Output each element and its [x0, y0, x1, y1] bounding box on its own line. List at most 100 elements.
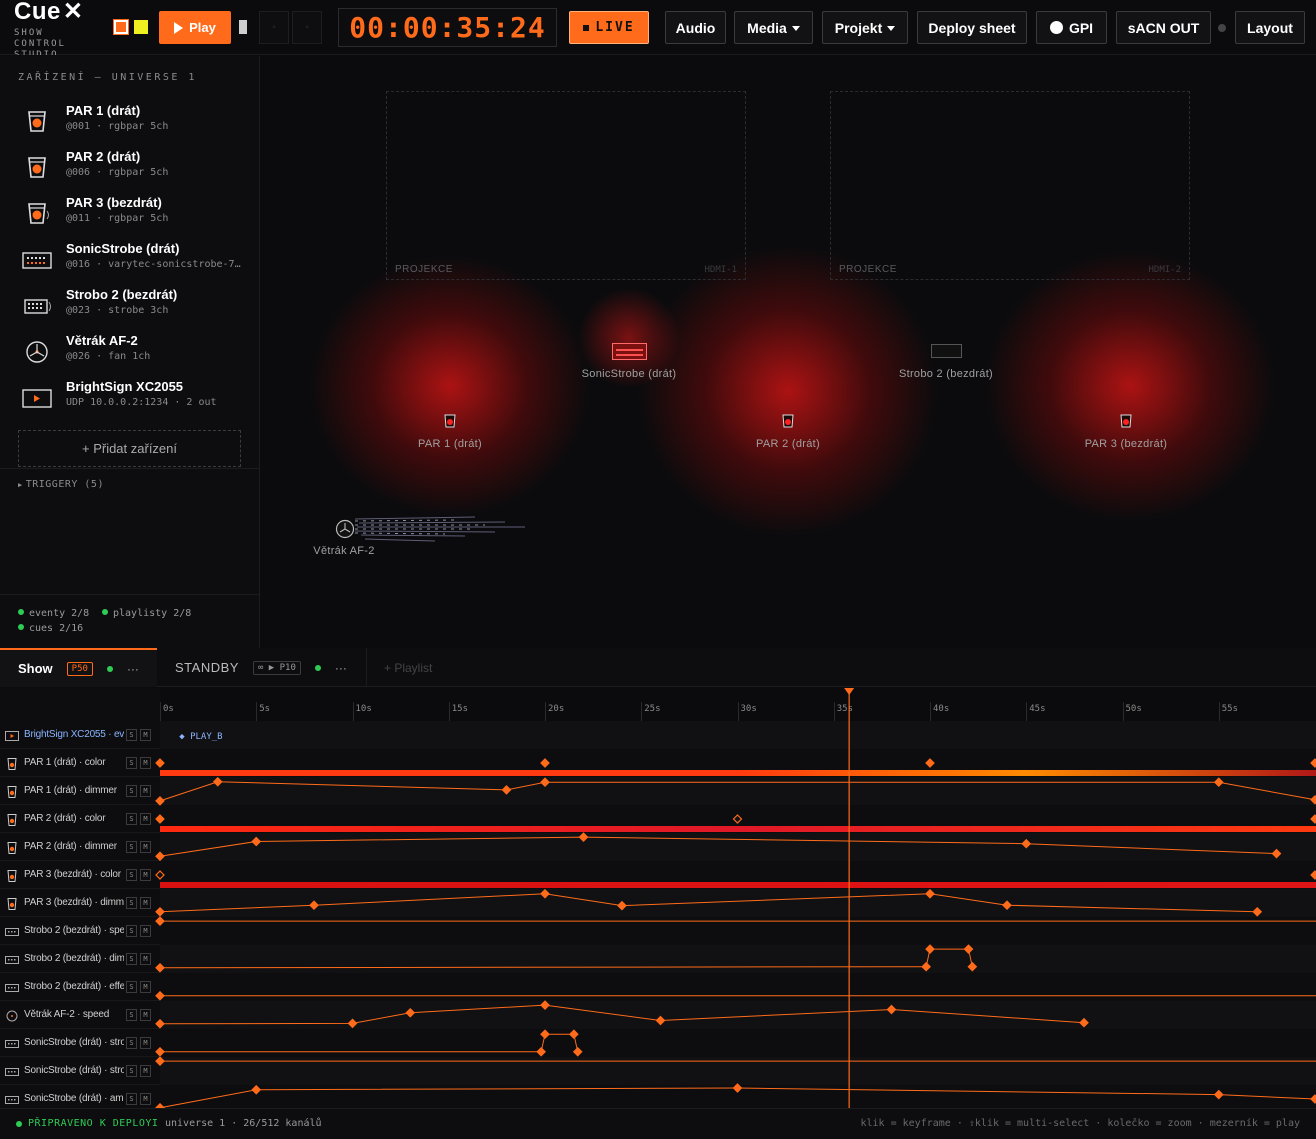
device-item-strobo2[interactable]: Strobo 2 (bezdrát) @023 · strobe 3ch [18, 287, 250, 327]
solo-button[interactable]: S [126, 1093, 137, 1105]
media-menu-button[interactable]: Media [734, 11, 813, 44]
tab-badge: P50 [66, 661, 93, 676]
solo-button[interactable]: S [126, 1065, 137, 1077]
projekt-menu-button[interactable]: Projekt [822, 11, 908, 44]
solo-button[interactable]: S [126, 785, 137, 797]
layout-button[interactable]: Layout [1235, 11, 1305, 44]
tab-show[interactable]: Show P50 ··· [0, 648, 157, 687]
mute-button[interactable]: M [140, 897, 151, 909]
ruler-label: 25s [644, 704, 661, 714]
play-button[interactable]: Play [159, 11, 231, 44]
par3-fixture-icon[interactable] [1119, 414, 1133, 428]
solo-button[interactable]: S [126, 841, 137, 853]
mute-button[interactable]: M [140, 729, 151, 741]
track-header: SonicStrobe (drát) · strobe-dimmer S M [0, 1029, 160, 1057]
mute-button[interactable]: M [140, 1065, 151, 1077]
solo-button[interactable]: S [126, 925, 137, 937]
mute-button[interactable]: M [140, 925, 151, 937]
track-header: SonicStrobe (drát) · strobe-rate S M [0, 1057, 160, 1085]
timeline-track[interactable]: Větrák AF-2 · speed S M [0, 1001, 1316, 1029]
mute-button[interactable]: M [140, 953, 151, 965]
time-ruler[interactable]: 0s 5s 10s 15s 20s 25s 30s 35s 40s 45s 50s 55s [0, 688, 1316, 721]
fan-airflow-streaks [355, 516, 525, 542]
chevron-right-icon: ▶ [18, 481, 23, 489]
next-cue-button[interactable]: ◦ [292, 11, 322, 44]
par1-fixture-icon[interactable] [443, 414, 457, 428]
solo-button[interactable]: S [126, 953, 137, 965]
fan-fixture-icon[interactable] [335, 519, 355, 539]
mute-button[interactable]: M [140, 981, 151, 993]
track-label: PAR 1 (drát) · dimmer [24, 785, 117, 796]
strobe-icon [5, 1037, 19, 1049]
solo-button[interactable]: S [126, 1009, 137, 1021]
deploy-sheet-button[interactable]: Deploy sheet [917, 11, 1027, 44]
live-button[interactable]: LIVE [569, 11, 649, 44]
solo-button[interactable]: S [126, 813, 137, 825]
more-icon[interactable]: ··· [127, 662, 139, 676]
mute-button[interactable]: M [140, 869, 151, 881]
strobe-wireless-icon [24, 299, 51, 314]
keyboard-hints: klik = keyframe · ⇧klik = multi-select ·… [860, 1118, 1301, 1129]
mute-button[interactable]: M [140, 841, 151, 853]
mute-button[interactable]: M [140, 757, 151, 769]
device-item-par3[interactable]: PAR 3 (bezdrát) @011 · rgbpar 5ch [18, 195, 250, 235]
audio-button[interactable]: Audio [665, 11, 726, 44]
more-icon[interactable]: ··· [335, 661, 347, 675]
mute-button[interactable]: M [140, 813, 151, 825]
track-header: PAR 3 (bezdrát) · color S M [0, 861, 160, 889]
status-dot-icon [106, 665, 113, 672]
solo-button[interactable]: S [126, 897, 137, 909]
prev-cue-button[interactable]: ◦ [259, 11, 289, 44]
par2-fixture-icon[interactable] [781, 414, 795, 428]
solo-button[interactable]: S [126, 1037, 137, 1049]
strobo2-fixture[interactable] [931, 344, 962, 358]
timeline-track[interactable]: PAR 1 (drát) · dimmer S M [0, 777, 1316, 805]
triggers-toggle[interactable]: ▶ TRIGGERY (5) [18, 479, 104, 490]
timeline-track[interactable]: PAR 3 (bezdrát) · color S M [0, 861, 1316, 889]
sonicstrobe-fixture[interactable] [612, 343, 647, 360]
mute-button[interactable]: M [140, 1093, 151, 1105]
solo-button[interactable]: S [126, 729, 137, 741]
stop-button[interactable] [239, 20, 247, 34]
color-swatch-yellow[interactable] [134, 20, 148, 34]
timeline-track[interactable]: PAR 3 (bezdrát) · dimmer S M [0, 889, 1316, 917]
ruler-tick [1218, 702, 1220, 721]
timeline-track[interactable]: SonicStrobe (drát) · strobe-dimmer S M [0, 1029, 1316, 1057]
timeline-track[interactable]: SonicStrobe (drát) · ambient-dimmer S M [0, 1085, 1316, 1108]
projection-area-1[interactable]: PROJEKCE HDMI-1 [386, 91, 746, 280]
strobe-icon [5, 953, 19, 965]
device-item-fan[interactable]: Větrák AF-2 @026 · fan 1ch [18, 333, 250, 373]
tab-standby[interactable]: STANDBY ∞ ▶ P10 ··· [157, 648, 357, 687]
device-item-par1[interactable]: PAR 1 (drát) @001 · rgbpar 5ch [18, 103, 250, 143]
mute-button[interactable]: M [140, 785, 151, 797]
timeline-track[interactable]: PAR 2 (drát) · dimmer S M [0, 833, 1316, 861]
tab-badge: ∞ ▶ P10 [252, 660, 301, 675]
status-bar: PŘIPRAVENO K DEPLOYI universe 1 · 26/512… [0, 1108, 1316, 1139]
solo-button[interactable]: S [126, 981, 137, 993]
sacn-output-button[interactable]: sACN OUT [1116, 11, 1211, 44]
device-item-brightsign[interactable]: BrightSign XC2055 UDP 10.0.0.2:1234 · 2 … [18, 379, 250, 419]
par3-light-glow [985, 251, 1275, 521]
add-playlist-button[interactable]: + Playlist [384, 648, 432, 687]
timeline-track[interactable]: SonicStrobe (drát) · strobe-rate S M [0, 1057, 1316, 1085]
solo-button[interactable]: S [126, 757, 137, 769]
stage-view[interactable]: PROJEKCE HDMI-1 PROJEKCE HDMI-2 SonicStr… [260, 56, 1316, 648]
device-item-par2[interactable]: PAR 2 (drát) @006 · rgbpar 5ch [18, 149, 250, 189]
timeline-tracks[interactable]: BrightSign XC2055 · ev S M PAR 1 (drát) … [0, 721, 1316, 1108]
timeline-track[interactable]: BrightSign XC2055 · ev S M [0, 721, 1316, 749]
gpi-button[interactable]: GPI [1036, 11, 1107, 44]
projection-area-2[interactable]: PROJEKCE HDMI-2 [830, 91, 1190, 280]
track-label: BrightSign XC2055 · ev [24, 729, 124, 740]
add-device-button[interactable]: + Přidat zařízení [18, 430, 241, 467]
timeline-track[interactable]: PAR 1 (drát) · color S M [0, 749, 1316, 777]
mute-button[interactable]: M [140, 1037, 151, 1049]
timeline-track[interactable]: Strobo 2 (bezdrát) · speed S M [0, 917, 1316, 945]
logo-x-mark: ✕ [62, 0, 84, 25]
solo-button[interactable]: S [126, 869, 137, 881]
timeline-track[interactable]: Strobo 2 (bezdrát) · dimmer S M [0, 945, 1316, 973]
timeline-track[interactable]: PAR 2 (drát) · color S M [0, 805, 1316, 833]
timeline-track[interactable]: Strobo 2 (bezdrát) · effects S M [0, 973, 1316, 1001]
color-swatch-orange[interactable] [113, 19, 129, 35]
device-item-sonicstrobe[interactable]: SonicStrobe (drát) @016 · varytec-sonics… [18, 241, 250, 281]
mute-button[interactable]: M [140, 1009, 151, 1021]
